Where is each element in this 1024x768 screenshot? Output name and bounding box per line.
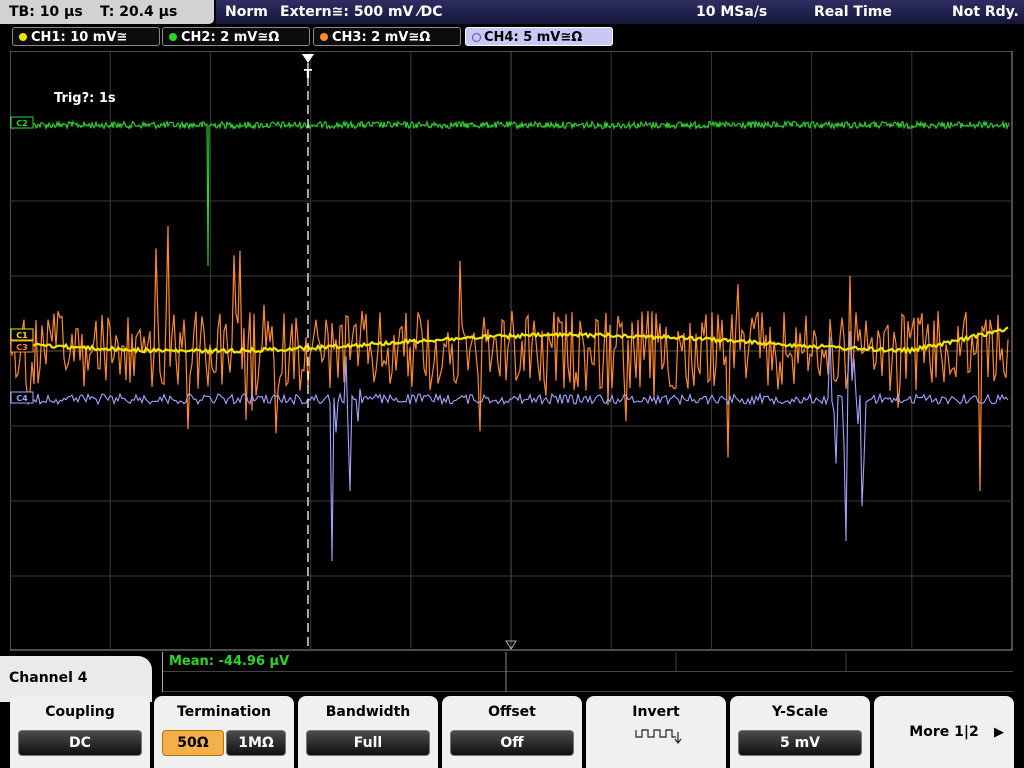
invert-square-wave-icon — [586, 724, 726, 754]
yscale-softkey[interactable]: Y-Scale 5 mV — [730, 696, 870, 768]
offset-title: Offset — [488, 704, 536, 720]
tab-ch1[interactable]: CH1: 10 mV≅ — [12, 27, 160, 46]
softkey-bar: Coupling DC Termination 50Ω 1MΩ Bandwidt… — [0, 696, 1024, 768]
invert-title: Invert — [632, 704, 680, 720]
offset-softkey[interactable]: Offset Off — [442, 696, 582, 768]
trigger-status-text: Trig?: 1s — [54, 91, 116, 106]
invert-softkey[interactable]: Invert — [586, 696, 726, 768]
trigger-marker-label: T — [304, 67, 313, 81]
ch4-marker-label: C4 — [16, 394, 28, 403]
more-softkey[interactable]: More 1|2 ▶ — [874, 696, 1014, 768]
yscale-title: Y-Scale — [771, 704, 828, 720]
tab-ch2-label: CH2: 2 mV≅Ω — [181, 30, 280, 45]
trigger-position-readout: T: 20.4 µs — [100, 4, 178, 20]
acquisition-mode: Real Time — [814, 4, 892, 20]
tab-ch1-label: CH1: 10 mV≅ — [31, 30, 128, 45]
trigger-source: Extern≅: 500 mV ⁄DC — [280, 4, 443, 20]
timebase-readout: TB: 10 µs — [9, 4, 83, 20]
trigger-mode: Norm — [225, 4, 268, 20]
ch3-marker-label: C3 — [16, 343, 27, 352]
acquisition-panel[interactable]: Norm Extern≅: 500 mV ⁄DC 10 MSa/s Real T… — [216, 0, 1024, 24]
yscale-value[interactable]: 5 mV — [738, 730, 862, 756]
ch2-dot-icon — [169, 33, 177, 41]
coupling-softkey[interactable]: Coupling DC — [10, 696, 150, 768]
ch2-level-marker[interactable]: C2 — [10, 116, 34, 129]
more-label: More 1|2 — [909, 724, 979, 740]
channel-tabs: CH1: 10 mV≅ CH2: 2 mV≅Ω CH3: 2 mV≅Ω CH4:… — [0, 26, 1024, 48]
run-state: Not Rdy. — [952, 4, 1019, 20]
ch4-level-marker[interactable]: C4 — [10, 391, 34, 404]
ch3-level-marker[interactable]: C3 — [10, 340, 34, 353]
measurement-panel — [162, 652, 1013, 692]
timebase-panel[interactable]: TB: 10 µs T: 20.4 µs — [0, 0, 214, 24]
tab-ch3-label: CH3: 2 mV≅Ω — [332, 30, 431, 45]
termination-title: Termination — [177, 704, 271, 720]
coupling-title: Coupling — [45, 704, 115, 720]
waveform-display[interactable]: T Trig?: 1s C2 C1 C3 C4 — [10, 51, 1014, 651]
termination-1mohm-option[interactable]: 1MΩ — [226, 730, 286, 756]
ch3-dot-icon — [320, 33, 328, 41]
ch2-marker-label: C2 — [16, 119, 27, 128]
ch4-dot-icon — [472, 33, 481, 42]
ch1-marker-label: C1 — [16, 331, 28, 340]
termination-softkey[interactable]: Termination 50Ω 1MΩ — [154, 696, 294, 768]
coupling-value[interactable]: DC — [18, 730, 142, 756]
sample-rate: 10 MSa/s — [696, 4, 768, 20]
tab-ch4-label: CH4: 5 mV≅Ω — [484, 30, 583, 45]
ch1-level-marker[interactable]: C1 — [10, 328, 34, 341]
tab-ch4[interactable]: CH4: 5 mV≅Ω — [465, 27, 613, 46]
offset-value[interactable]: Off — [450, 730, 574, 756]
bandwidth-title: Bandwidth — [325, 704, 411, 720]
status-bar: TB: 10 µs T: 20.4 µs Norm Extern≅: 500 m… — [0, 0, 1024, 26]
play-arrow-icon: ▶ — [994, 725, 1004, 740]
bandwidth-softkey[interactable]: Bandwidth Full — [298, 696, 438, 768]
termination-50ohm-option[interactable]: 50Ω — [162, 730, 224, 756]
mean-measurement: Mean: -44.96 µV — [169, 654, 290, 669]
menu-title-label: Channel 4 — [9, 670, 88, 686]
tab-ch2[interactable]: CH2: 2 mV≅Ω — [162, 27, 310, 46]
bandwidth-value[interactable]: Full — [306, 730, 430, 756]
tab-ch3[interactable]: CH3: 2 mV≅Ω — [313, 27, 461, 46]
ch1-dot-icon — [19, 33, 27, 41]
